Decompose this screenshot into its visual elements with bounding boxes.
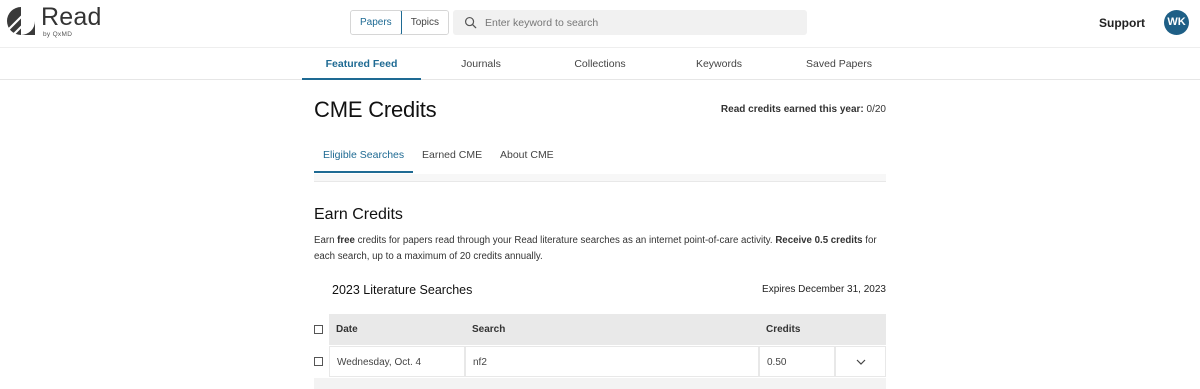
nav-saved-papers[interactable]: Saved Papers — [796, 48, 882, 80]
credits-earned-label: Read credits earned this year: — [720, 104, 864, 115]
support-link[interactable]: Support — [1099, 16, 1145, 30]
subtab-divider — [314, 174, 886, 182]
read-logo-icon — [6, 7, 35, 36]
column-search[interactable]: Search — [472, 314, 505, 345]
main-nav: Featured Feed Journals Collections Keywo… — [0, 47, 1200, 80]
tab-eligible-searches[interactable]: Eligible Searches — [314, 142, 414, 173]
topics-toggle-button[interactable]: Topics — [401, 11, 449, 34]
search-input[interactable] — [485, 16, 795, 29]
expiry-date: Expires December 31, 2023 — [762, 284, 886, 295]
row-expand-button[interactable] — [835, 346, 886, 377]
tab-earned-cme[interactable]: Earned CME — [422, 142, 482, 173]
column-credits[interactable]: Credits — [766, 314, 800, 345]
table-footer — [314, 378, 886, 389]
read-logo[interactable]: Read by QxMD — [5, 5, 102, 38]
row-checkbox[interactable] — [314, 357, 323, 366]
top-header: Read by QxMD Papers Topics Support WK — [0, 0, 1200, 47]
tab-about-cme[interactable]: About CME — [500, 142, 554, 173]
nav-collections[interactable]: Collections — [560, 48, 640, 80]
search-icon — [464, 16, 477, 29]
table-row: Wednesday, Oct. 4 nf2 0.50 — [329, 346, 886, 377]
credits-earned-value: 0/20 — [863, 104, 886, 115]
logo-word: Read — [41, 3, 102, 31]
page-title: CME Credits — [314, 97, 437, 122]
row-credits: 0.50 — [759, 346, 835, 377]
papers-topics-toggle: Papers Topics — [350, 10, 450, 35]
nav-keywords[interactable]: Keywords — [684, 48, 754, 80]
papers-toggle-button[interactable]: Papers — [351, 11, 402, 34]
nav-featured-feed[interactable]: Featured Feed — [302, 48, 421, 80]
cme-subtabs: Eligible Searches Earned CME About CME — [314, 142, 886, 173]
user-avatar[interactable]: WK — [1164, 10, 1189, 35]
earn-credits-description: Earn free credits for papers read throug… — [314, 235, 877, 262]
column-date[interactable]: Date — [336, 314, 358, 345]
credits-earned-summary: Read credits earned this year: 0/20 — [721, 104, 886, 115]
row-date: Wednesday, Oct. 4 — [329, 346, 465, 377]
chevron-down-icon — [856, 359, 865, 365]
logo-subtitle: by QxMD — [43, 31, 73, 38]
row-search[interactable]: nf2 — [465, 346, 759, 377]
table-header: Date Search Credits — [329, 314, 886, 345]
search-box[interactable] — [453, 10, 807, 35]
earn-credits-heading: Earn Credits — [314, 206, 403, 223]
literature-searches-title: 2023 Literature Searches — [332, 283, 473, 297]
select-all-checkbox[interactable] — [314, 325, 323, 334]
nav-journals[interactable]: Journals — [446, 48, 516, 80]
